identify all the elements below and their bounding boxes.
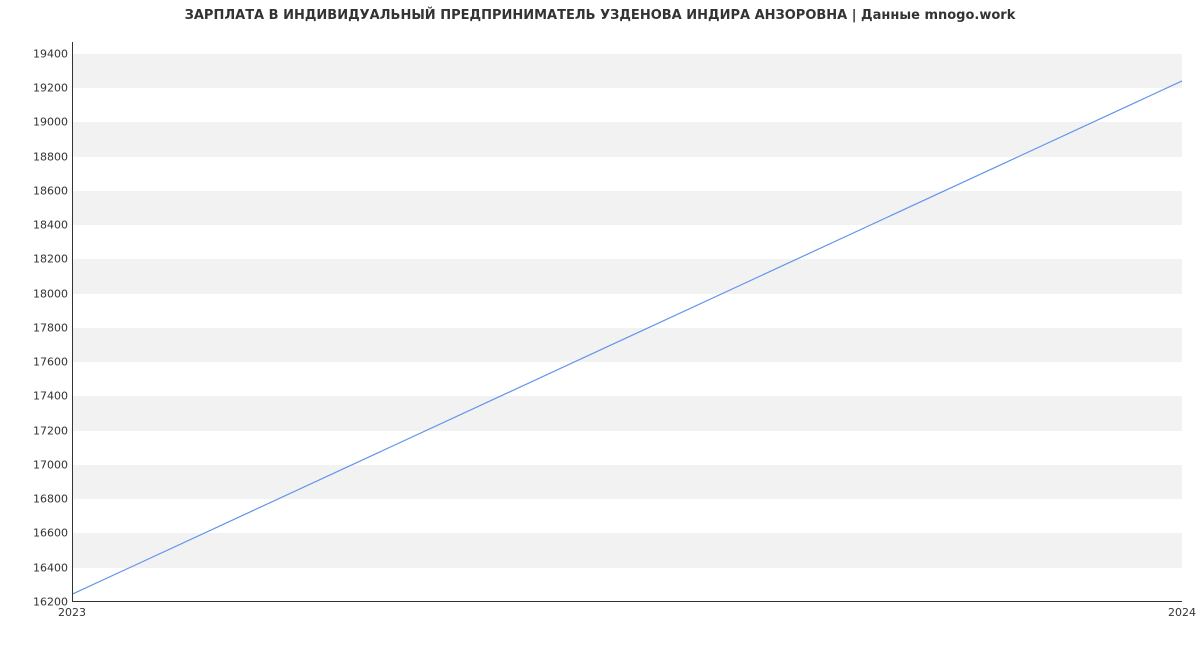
y-tick-label: 18400 <box>8 219 68 232</box>
y-tick-label: 18000 <box>8 287 68 300</box>
y-tick-label: 17000 <box>8 458 68 471</box>
y-tick-label: 16600 <box>8 527 68 540</box>
x-tick-label: 2023 <box>58 606 86 619</box>
y-tick-label: 19000 <box>8 116 68 129</box>
y-tick-label: 16400 <box>8 561 68 574</box>
y-tick-label: 16800 <box>8 493 68 506</box>
chart-title: ЗАРПЛАТА В ИНДИВИДУАЛЬНЫЙ ПРЕДПРИНИМАТЕЛ… <box>0 8 1200 23</box>
y-tick-label: 18800 <box>8 150 68 163</box>
y-tick-label: 17600 <box>8 356 68 369</box>
line-series <box>73 42 1182 601</box>
y-tick-label: 19200 <box>8 82 68 95</box>
chart-container: ЗАРПЛАТА В ИНДИВИДУАЛЬНЫЙ ПРЕДПРИНИМАТЕЛ… <box>0 0 1200 650</box>
y-tick-label: 17800 <box>8 321 68 334</box>
y-tick-label: 19400 <box>8 47 68 60</box>
y-tick-label: 17400 <box>8 390 68 403</box>
x-tick-label: 2024 <box>1168 606 1196 619</box>
plot-area <box>72 42 1182 602</box>
y-tick-label: 18600 <box>8 184 68 197</box>
y-tick-label: 17200 <box>8 424 68 437</box>
y-tick-label: 18200 <box>8 253 68 266</box>
